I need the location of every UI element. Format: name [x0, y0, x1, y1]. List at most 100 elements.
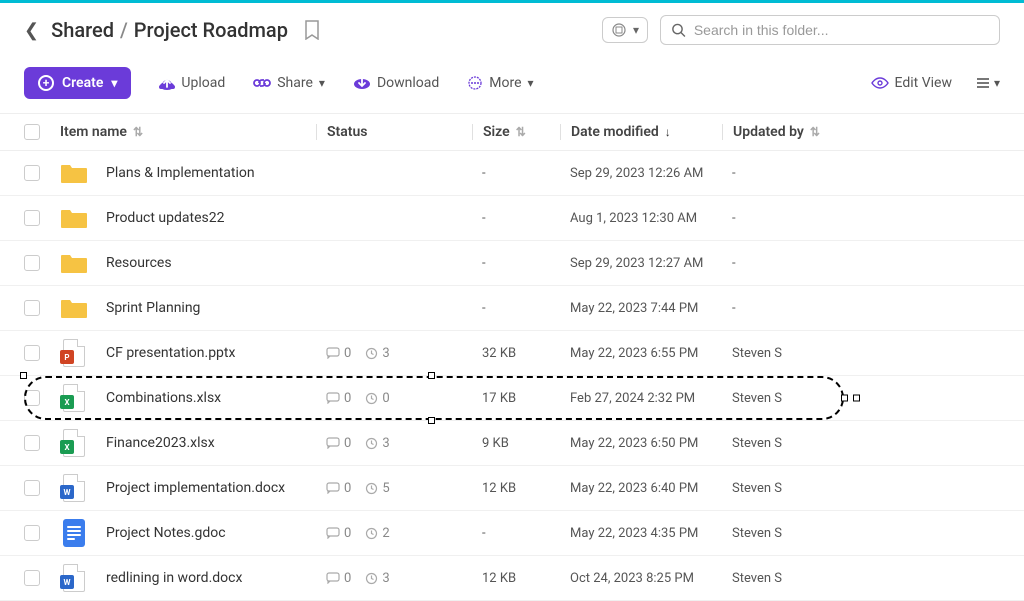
file-name[interactable]: Resources: [106, 255, 172, 271]
history-count[interactable]: 3: [365, 436, 389, 451]
search-input[interactable]: [694, 22, 989, 38]
file-size: 9 KB: [482, 436, 509, 451]
row-checkbox[interactable]: [24, 210, 40, 226]
file-size: -: [482, 256, 486, 271]
file-name[interactable]: CF presentation.pptx: [106, 345, 235, 361]
table-row[interactable]: XFinance2023.xlsx 0 39 KBMay 22, 2023 6:…: [0, 421, 1024, 466]
list-density-button[interactable]: ▾: [976, 76, 1000, 90]
comments-count[interactable]: 0: [326, 481, 351, 496]
sort-icon: ⇅: [133, 125, 143, 139]
file-type-icon: W: [60, 474, 88, 502]
table-header: Item name ⇅ Status Size ⇅ Date modified …: [0, 114, 1024, 151]
file-updated-by: Steven S: [732, 436, 782, 451]
upload-icon: [159, 75, 175, 91]
comments-count[interactable]: 0: [326, 391, 351, 406]
file-type-icon: [60, 519, 88, 547]
row-checkbox[interactable]: [24, 345, 40, 361]
plus-icon: +: [38, 75, 54, 91]
comments-count[interactable]: 0: [326, 526, 351, 541]
row-checkbox[interactable]: [24, 165, 40, 181]
row-checkbox[interactable]: [24, 525, 40, 541]
row-checkbox[interactable]: [24, 390, 40, 406]
table-row[interactable]: W Project implementation.docx 0 5 12 KB May…: [0, 466, 1024, 511]
file-updated-by: -: [732, 166, 736, 181]
breadcrumb: Shared / Project Roadmap: [51, 18, 288, 42]
history-count[interactable]: 5: [365, 481, 389, 496]
file-date: Sep 29, 2023 12:27 AM: [570, 256, 703, 271]
file-name[interactable]: Sprint Planning: [106, 300, 200, 316]
history-count[interactable]: 0: [365, 391, 389, 406]
column-name-header[interactable]: Item name ⇅: [60, 124, 316, 140]
file-name[interactable]: Project implementation.docx: [106, 480, 285, 496]
breadcrumb-root[interactable]: Shared: [51, 18, 114, 42]
download-button[interactable]: Download: [353, 75, 439, 91]
file-date: May 22, 2023 6:50 PM: [570, 436, 698, 451]
table-row[interactable]: Resources-Sep 29, 2023 12:27 AM-: [0, 241, 1024, 286]
history-count[interactable]: 2: [365, 526, 389, 541]
list-icon: [976, 76, 990, 90]
row-checkbox[interactable]: [24, 300, 40, 316]
back-chevron-icon[interactable]: ❮: [24, 20, 39, 41]
chevron-down-icon: ▾: [994, 76, 1000, 90]
table-row[interactable]: Wredlining in word.docx 0 312 KBOct 24, …: [0, 556, 1024, 601]
row-checkbox[interactable]: [24, 435, 40, 451]
selection-handle[interactable]: [841, 395, 848, 402]
grid-icon: [611, 22, 627, 38]
file-name[interactable]: redlining in word.docx: [106, 570, 242, 586]
bookmark-icon[interactable]: [304, 20, 320, 40]
comments-count[interactable]: 0: [326, 346, 351, 361]
file-size: -: [482, 211, 486, 226]
table-row[interactable]: Product updates22-Aug 1, 2023 12:30 AM-: [0, 196, 1024, 241]
comments-count[interactable]: 0: [326, 436, 351, 451]
file-table: Item name ⇅ Status Size ⇅ Date modified …: [0, 114, 1024, 601]
upload-button[interactable]: Upload: [159, 75, 225, 91]
column-date-header[interactable]: Date modified ↓: [560, 124, 722, 140]
row-checkbox[interactable]: [24, 570, 40, 586]
file-size: 32 KB: [482, 346, 516, 361]
search-box[interactable]: [660, 15, 1000, 45]
file-updated-by: Steven S: [732, 526, 782, 541]
table-row[interactable]: XCombinations.xlsx 0 017 KBFeb 27, 2024 …: [0, 376, 1024, 421]
column-status-header[interactable]: Status: [316, 124, 472, 140]
select-all-checkbox[interactable]: [24, 124, 40, 140]
file-name[interactable]: Finance2023.xlsx: [106, 435, 215, 451]
more-button[interactable]: More ▾: [467, 75, 533, 91]
file-name[interactable]: Plans & Implementation: [106, 165, 255, 181]
table-row[interactable]: Plans & Implementation-Sep 29, 2023 12:2…: [0, 151, 1024, 196]
file-size: 12 KB: [482, 481, 516, 496]
file-size: -: [482, 166, 486, 181]
comments-count[interactable]: 0: [326, 571, 351, 586]
breadcrumb-current: Project Roadmap: [134, 18, 288, 42]
file-name[interactable]: Project Notes.gdoc: [106, 525, 226, 541]
create-label: Create: [62, 75, 103, 91]
row-checkbox[interactable]: [24, 480, 40, 496]
search-icon: [671, 22, 686, 38]
table-row[interactable]: Project Notes.gdoc 0 2-May 22, 2023 4:35…: [0, 511, 1024, 556]
more-icon: [467, 75, 483, 91]
file-name[interactable]: Product updates22: [106, 210, 224, 226]
selection-handle[interactable]: [20, 372, 27, 379]
view-mode-dropdown[interactable]: ▾: [602, 17, 648, 43]
file-name[interactable]: Combinations.xlsx: [106, 390, 221, 406]
chevron-down-icon: ▾: [111, 76, 117, 90]
file-updated-by: Steven S: [732, 481, 782, 496]
selection-handle[interactable]: [428, 372, 435, 379]
table-row[interactable]: Sprint Planning-May 22, 2023 7:44 PM-: [0, 286, 1024, 331]
create-button[interactable]: + Create ▾: [24, 67, 131, 99]
selection-handle[interactable]: [853, 395, 860, 402]
file-size: 17 KB: [482, 391, 516, 406]
file-date: Aug 1, 2023 12:30 AM: [570, 211, 697, 226]
edit-view-button[interactable]: Edit View: [871, 75, 952, 91]
history-count[interactable]: 3: [365, 346, 389, 361]
row-checkbox[interactable]: [24, 255, 40, 271]
table-row[interactable]: PCF presentation.pptx 0 332 KBMay 22, 20…: [0, 331, 1024, 376]
file-updated-by: Steven S: [732, 391, 782, 406]
file-type-icon: X: [60, 384, 88, 412]
file-date: May 22, 2023 6:40 PM: [570, 481, 698, 496]
history-count[interactable]: 3: [365, 571, 389, 586]
file-updated-by: Steven S: [732, 346, 782, 361]
column-updated-header[interactable]: Updated by ⇅: [722, 124, 878, 140]
column-size-header[interactable]: Size ⇅: [472, 124, 560, 140]
download-label: Download: [377, 75, 439, 91]
share-button[interactable]: Share ▾: [253, 75, 325, 91]
